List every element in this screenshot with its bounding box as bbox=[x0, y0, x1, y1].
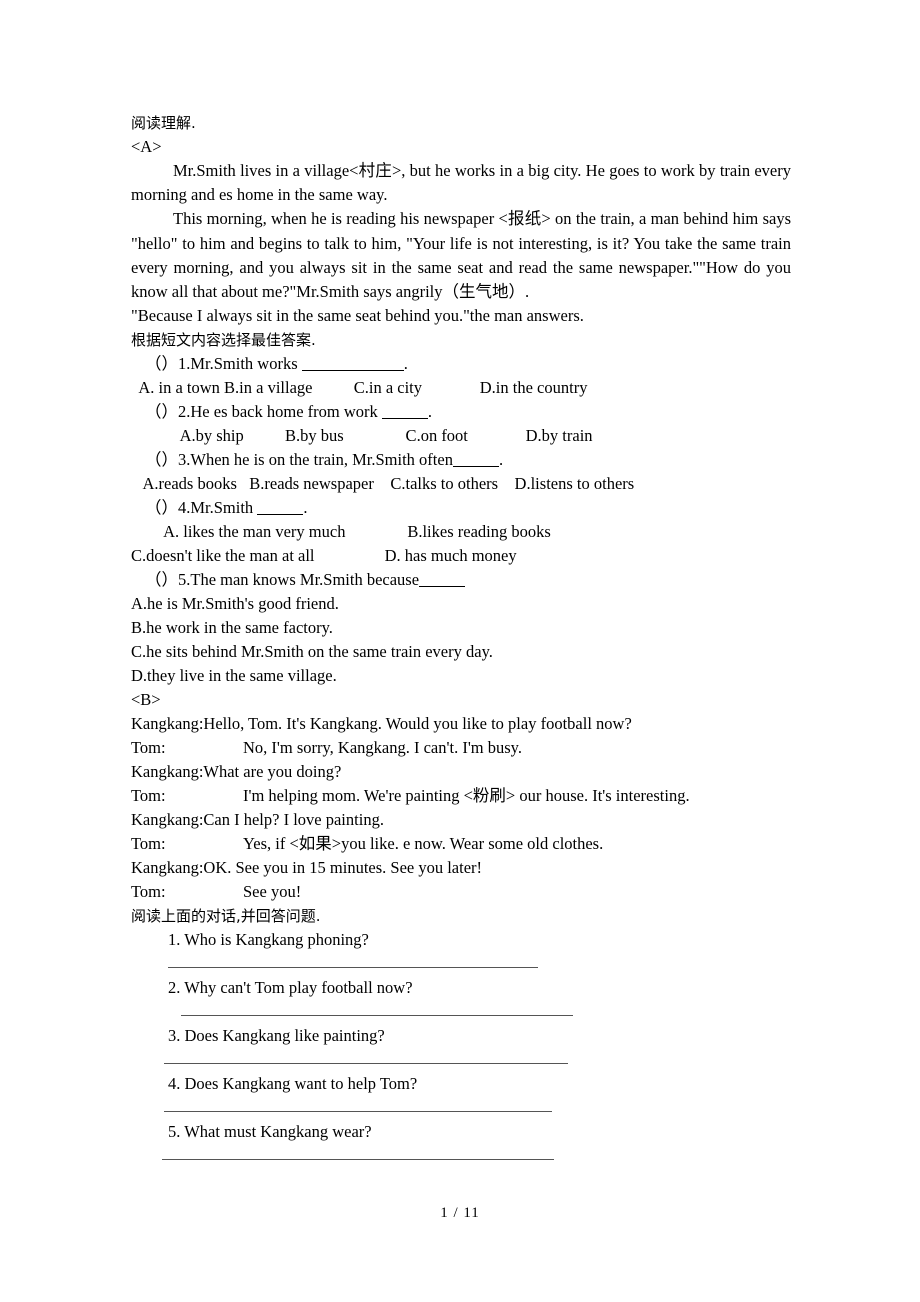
mcq-item-3-stem: （）3.When he is on the train, Mr.Smith of… bbox=[131, 448, 791, 472]
dialogue-text: I'm helping mom. We're painting <粉刷> our… bbox=[243, 786, 690, 806]
passage-a-paragraph-1: Mr.Smith lives in a village<村庄>, but he … bbox=[131, 161, 791, 205]
dialogue-speaker: Tom: bbox=[131, 882, 166, 902]
mcq-stem-end-1: . bbox=[403, 354, 408, 374]
mcq-marker-1[interactable]: （） bbox=[145, 354, 178, 373]
mcq-stem-text-5: The man knows Mr.Smith because bbox=[190, 570, 420, 590]
mcq-stem-text-2: He es back home from work bbox=[190, 402, 382, 422]
dialogue-line: Tom: I'm helping mom. We're painting <粉刷>… bbox=[131, 784, 791, 808]
mcq-item-1-stem: （）1.Mr.Smith works . bbox=[131, 352, 791, 376]
answer-blank-5[interactable] bbox=[419, 586, 466, 588]
short-answer-question: 1. Who is Kangkang phoning? bbox=[168, 930, 369, 950]
mcq-number-1: 1. bbox=[178, 354, 191, 374]
dialogue-speaker: Kangkang: bbox=[131, 762, 204, 782]
short-answer-question: 4. Does Kangkang want to help Tom? bbox=[168, 1074, 418, 1094]
mcq-marker-4[interactable]: （） bbox=[145, 498, 178, 517]
mcq-marker-2[interactable]: （） bbox=[145, 402, 178, 421]
dialogue-speaker: Tom: bbox=[131, 834, 166, 854]
mcq-stem-end-4: . bbox=[303, 498, 308, 518]
passage-a-paragraph-3: "Because I always sit in the same seat b… bbox=[131, 306, 584, 326]
dialogue-line: Tom: No, I'm sorry, Kangkang. I can't. I'… bbox=[131, 736, 791, 760]
mcq-stem-text-3: When he is on the train, Mr.Smith often bbox=[190, 450, 453, 470]
dialogue-text: No, I'm sorry, Kangkang. I can't. I'm bu… bbox=[243, 738, 522, 758]
dialogue-speaker: Tom: bbox=[131, 786, 166, 806]
dialogue-text: Can I help? I love painting. bbox=[203, 810, 384, 830]
passage-a-paragraph-2: This morning, when he is reading his new… bbox=[131, 209, 791, 302]
mcq-item-5-option-c[interactable]: C.he sits behind Mr.Smith on the same tr… bbox=[131, 640, 791, 664]
dialogue-text: Yes, if <如果>you like. e now. Wear some o… bbox=[243, 834, 604, 854]
mcq-item-4-stem: （）4.Mr.Smith . bbox=[131, 496, 791, 520]
dialogue-text: See you! bbox=[243, 882, 302, 902]
mcq-item-3-options[interactable]: A.reads books B.reads newspaper C.talks … bbox=[131, 472, 791, 496]
answer-blank-2[interactable] bbox=[381, 418, 428, 420]
answer-line[interactable] bbox=[131, 1000, 791, 1024]
dialogue-speaker: Kangkang: bbox=[131, 810, 204, 830]
mcq-item-2-stem: （）2.He es back home from work . bbox=[131, 400, 791, 424]
mcq-stem-text-4: Mr.Smith bbox=[190, 498, 258, 518]
mcq-item-5-stem: （）5.The man knows Mr.Smith because bbox=[131, 568, 791, 592]
short-answer-question: 2. Why can't Tom play football now? bbox=[168, 978, 413, 998]
mcq-stem-end-2: . bbox=[427, 402, 433, 422]
mcq-item-2-options[interactable]: A.by ship B.by bus C.on foot D.by train bbox=[131, 424, 791, 448]
document-page: 阅读理解. <A> Mr.Smith lives in a village<村庄… bbox=[0, 0, 920, 1302]
answer-line[interactable] bbox=[131, 1144, 791, 1168]
answer-line[interactable] bbox=[131, 952, 791, 976]
mcq-item-5-option-d[interactable]: D.they live in the same village. bbox=[131, 664, 791, 688]
short-answer-question: 5. What must Kangkang wear? bbox=[168, 1122, 372, 1142]
answer-blank-3[interactable] bbox=[452, 466, 499, 468]
mcq-item-5-option-a[interactable]: A.he is Mr.Smith's good friend. bbox=[131, 592, 791, 616]
heading-reading-comprehension: 阅读理解. bbox=[131, 114, 196, 132]
dialogue-line: Kangkang:OK. See you in 15 minutes. See … bbox=[131, 856, 791, 880]
answer-blank-4[interactable] bbox=[257, 514, 304, 516]
dialogue-line: Tom: See you! bbox=[131, 880, 791, 904]
mcq-item-5-option-b[interactable]: B.he work in the same factory. bbox=[131, 616, 791, 640]
mcq-item-4-options-cd[interactable]: C.doesn't like the man at all D. has muc… bbox=[131, 544, 791, 568]
mcq-item-4-options-ab[interactable]: A. likes the man very much B.likes readi… bbox=[131, 520, 791, 544]
section-a-tag: <A> bbox=[131, 137, 162, 156]
mcq-number-2: 2. bbox=[178, 402, 191, 422]
dialogue-speaker: Kangkang: bbox=[131, 858, 204, 878]
answer-blank-1[interactable] bbox=[301, 370, 404, 372]
mcq-item-1-options[interactable]: A. in a town B.in a village C.in a city … bbox=[131, 376, 791, 400]
dialogue-line: Kangkang:What are you doing? bbox=[131, 760, 791, 784]
mcq-stem-end-3: . bbox=[498, 450, 504, 470]
dialogue-text: What are you doing? bbox=[203, 762, 342, 782]
page-footer: 1 / 11 bbox=[440, 1205, 480, 1221]
mcq-stem-text-1: Mr.Smith works bbox=[190, 354, 302, 374]
answer-line[interactable] bbox=[131, 1048, 791, 1072]
mcq-number-3: 3. bbox=[178, 450, 191, 470]
mcq-instruction: 根据短文内容选择最佳答案. bbox=[131, 331, 316, 350]
dialogue-line: Tom: Yes, if <如果>you like. e now. Wear so… bbox=[131, 832, 791, 856]
document-content: 阅读理解. <A> Mr.Smith lives in a village<村庄… bbox=[131, 111, 791, 1168]
mcq-marker-5[interactable]: （） bbox=[145, 570, 178, 589]
mcq-number-4: 4. bbox=[178, 498, 191, 518]
answer-line[interactable] bbox=[131, 1096, 791, 1120]
short-answer-instruction: 阅读上面的对话,并回答问题. bbox=[131, 907, 321, 926]
mcq-marker-3[interactable]: （） bbox=[145, 450, 178, 469]
dialogue-text: OK. See you in 15 minutes. See you later… bbox=[203, 858, 483, 878]
mcq-number-5: 5. bbox=[178, 570, 191, 590]
dialogue-line: Kangkang:Can I help? I love painting. bbox=[131, 808, 791, 832]
short-answer-question: 3. Does Kangkang like painting? bbox=[168, 1026, 385, 1046]
dialogue-text: Hello, Tom. It's Kangkang. Would you lik… bbox=[203, 714, 632, 734]
dialogue-speaker: Kangkang: bbox=[131, 714, 204, 734]
dialogue-speaker: Tom: bbox=[131, 738, 166, 758]
dialogue-line: Kangkang:Hello, Tom. It's Kangkang. Woul… bbox=[131, 712, 791, 736]
section-b-tag: <B> bbox=[131, 690, 161, 710]
